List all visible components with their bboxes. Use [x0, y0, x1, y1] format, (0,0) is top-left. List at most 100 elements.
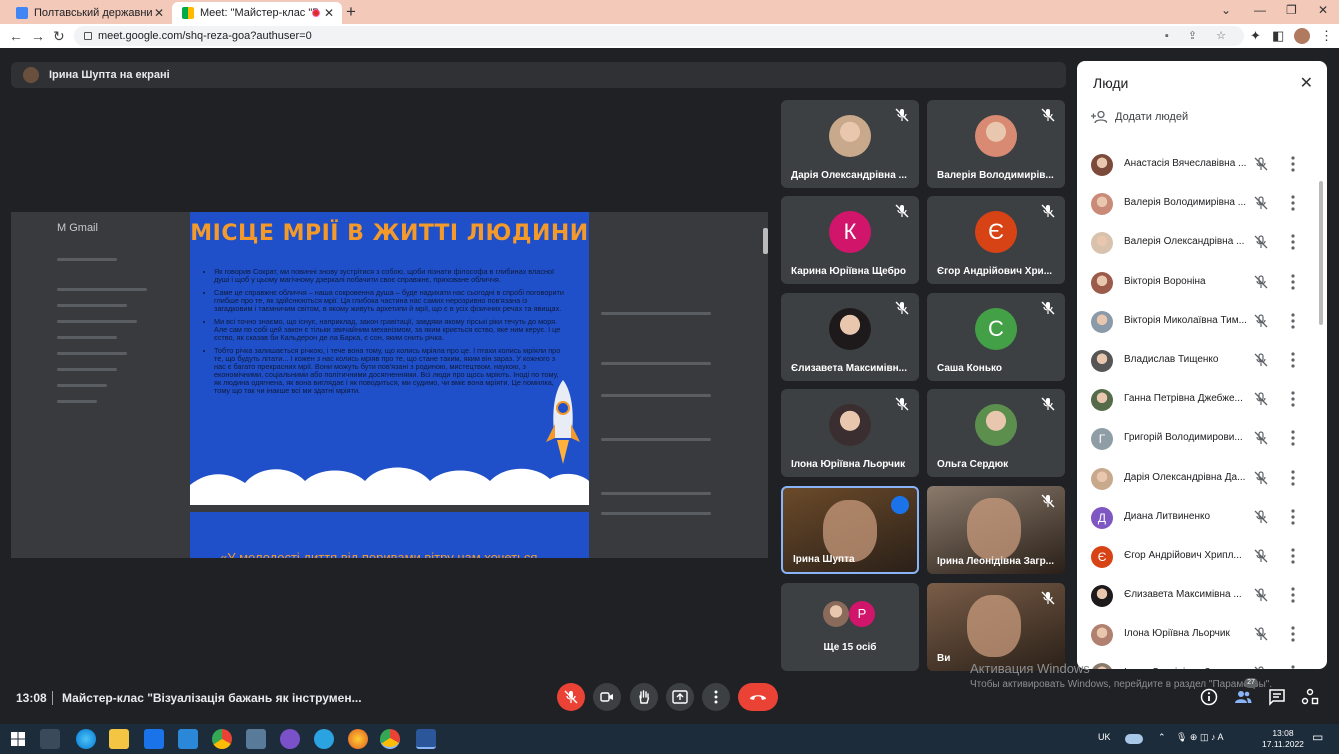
notifications-icon[interactable]: ▭ — [1312, 730, 1323, 744]
participant-tile[interactable]: Є Єгор Андрійович Хри... — [927, 196, 1065, 284]
mic-off-icon[interactable] — [1254, 392, 1268, 406]
close-tab-icon[interactable]: ✕ — [154, 6, 164, 20]
people-list-item[interactable]: Валерія Володимирівна ... — [1077, 184, 1327, 223]
meeting-details-icon[interactable] — [1200, 688, 1218, 706]
windows-start-icon[interactable] — [8, 729, 28, 749]
people-list-item[interactable]: Вікторія Вороніна — [1077, 263, 1327, 302]
more-vert-icon[interactable] — [1291, 234, 1295, 250]
viber-icon[interactable] — [280, 729, 300, 749]
participant-tile[interactable]: К Карина Юріївна Щебро — [781, 196, 919, 284]
more-vert-icon[interactable] — [1291, 626, 1295, 642]
side-panel-icon[interactable]: ◧ — [1272, 28, 1284, 44]
language-indicator[interactable]: UK — [1098, 732, 1111, 742]
present-screen-button[interactable] — [666, 683, 694, 711]
mic-off-icon[interactable] — [1254, 510, 1268, 524]
participant-tile[interactable]: С Саша Конько — [927, 293, 1065, 381]
tab-agrarian-university[interactable]: Полтавський державний аграрн ✕ — [6, 2, 172, 24]
people-list-item[interactable]: Вікторія Миколаївна Тим... — [1077, 302, 1327, 341]
close-window-button[interactable]: ✕ — [1318, 3, 1328, 17]
close-panel-icon[interactable]: ✕ — [1300, 73, 1313, 93]
people-list-item[interactable]: Є Єгор Андрійович Хрипл... — [1077, 537, 1327, 576]
participant-tile[interactable]: Ірина Шупта — [781, 486, 919, 574]
back-button[interactable]: ← — [9, 28, 23, 44]
more-options-button[interactable] — [702, 683, 730, 711]
profile-avatar[interactable] — [1294, 28, 1310, 44]
tray-chevron-icon[interactable]: ⌃ — [1158, 732, 1166, 743]
app-icon[interactable] — [246, 729, 266, 749]
more-vert-icon[interactable] — [1291, 665, 1295, 669]
microphone-toggle-button[interactable] — [557, 683, 585, 711]
mic-off-icon[interactable] — [1254, 235, 1268, 249]
mic-off-icon[interactable] — [1254, 353, 1268, 367]
mic-off-icon[interactable] — [1254, 157, 1268, 171]
reload-button[interactable]: ↻ — [53, 28, 65, 45]
task-view-icon[interactable] — [40, 729, 60, 749]
mic-off-icon[interactable] — [1254, 666, 1268, 669]
word-icon[interactable] — [416, 729, 436, 749]
participant-tile[interactable]: Ірина Леонідівна Загр... — [927, 486, 1065, 574]
minimize-button[interactable]: — — [1254, 3, 1266, 17]
more-vert-icon[interactable] — [1291, 509, 1295, 525]
people-list-item[interactable]: Г Григорій Володимирови... — [1077, 419, 1327, 458]
extensions-icon[interactable]: ✦ — [1250, 28, 1261, 44]
tab-search-icon[interactable]: ⌄ — [1221, 3, 1231, 17]
browser-menu-icon[interactable]: ⋮ — [1320, 28, 1333, 44]
people-icon[interactable] — [1234, 688, 1252, 706]
people-list-scrollbar[interactable] — [1319, 181, 1323, 325]
people-list-item[interactable]: Анастасія Вячеславівна ... — [1077, 145, 1327, 184]
address-bar-icons[interactable]: ▪ ⇪ ☆ — [1165, 26, 1234, 46]
more-vert-icon[interactable] — [1291, 391, 1295, 407]
mic-off-icon[interactable] — [1254, 549, 1268, 563]
participant-tile[interactable]: Ілона Юріївна Льорчик — [781, 389, 919, 477]
more-vert-icon[interactable] — [1291, 587, 1295, 603]
mail-icon[interactable] — [178, 729, 198, 749]
mic-off-icon[interactable] — [1254, 470, 1268, 485]
more-vert-icon[interactable] — [1291, 195, 1295, 211]
taskbar-clock[interactable]: 13:08 17.11.2022 — [1262, 728, 1304, 750]
people-list-item[interactable]: Єлизавета Максимівна ... — [1077, 576, 1327, 615]
tray-icons[interactable]: 🎙 ⊕ ◫ ♪ A — [1176, 732, 1223, 743]
leave-call-button[interactable] — [738, 683, 778, 711]
chrome-active-icon[interactable] — [380, 729, 400, 749]
more-vert-icon[interactable] — [1291, 430, 1295, 446]
store-icon[interactable] — [144, 729, 164, 749]
file-explorer-icon[interactable] — [109, 729, 129, 749]
mic-off-icon[interactable] — [1254, 314, 1268, 328]
mic-off-icon[interactable] — [1254, 627, 1268, 641]
participant-tile[interactable]: Дарія Олександрівна ... — [781, 100, 919, 188]
participant-tile[interactable]: Єлизавета Максимівн... — [781, 293, 919, 381]
mic-off-icon[interactable] — [1254, 274, 1268, 289]
people-list-item[interactable]: Д Диана Литвиненко — [1077, 498, 1327, 537]
more-vert-icon[interactable] — [1291, 469, 1295, 486]
participant-tile[interactable]: Ви — [927, 583, 1065, 671]
raise-hand-button[interactable] — [630, 683, 658, 711]
new-tab-button[interactable]: + — [346, 2, 356, 22]
forward-button[interactable]: → — [31, 28, 45, 44]
edge-icon[interactable] — [76, 729, 96, 749]
people-list-item[interactable]: Ірина Леонідівна Загр... — [1077, 654, 1327, 669]
participant-tile[interactable]: Ольга Сердюк — [927, 389, 1065, 477]
chat-icon[interactable] — [1268, 688, 1286, 706]
restore-button[interactable]: ❐ — [1286, 3, 1297, 17]
more-vert-icon[interactable] — [1291, 313, 1295, 329]
participant-tile[interactable]: Валерія Володимирів... — [927, 100, 1065, 188]
mic-off-icon[interactable] — [1254, 196, 1268, 210]
more-vert-icon[interactable] — [1291, 273, 1295, 290]
add-people-button[interactable]: Додати людей — [1091, 111, 1188, 123]
tab-meet[interactable]: Meet: "Майстер-клас "Візуа ✕ — [172, 2, 342, 24]
cloud-icon[interactable] — [1125, 734, 1143, 744]
firefox-icon[interactable] — [348, 729, 368, 749]
people-list-item[interactable]: Валерія Олександрівна ... — [1077, 223, 1327, 262]
more-participants-tile[interactable]: Р Ще 15 осіб — [781, 583, 919, 671]
more-vert-icon[interactable] — [1291, 156, 1295, 172]
people-list-item[interactable]: Владислав Тищенко — [1077, 341, 1327, 380]
people-list-item[interactable]: Дарія Олександрівна Да... — [1077, 459, 1327, 498]
people-list-item[interactable]: Ганна Петрівна Джебже... — [1077, 380, 1327, 419]
close-tab-icon[interactable]: ✕ — [324, 6, 334, 20]
chrome-icon[interactable] — [212, 729, 232, 749]
more-vert-icon[interactable] — [1291, 352, 1295, 368]
telegram-icon[interactable] — [314, 729, 334, 749]
more-vert-icon[interactable] — [1291, 548, 1295, 564]
camera-toggle-button[interactable] — [593, 683, 621, 711]
activities-icon[interactable] — [1301, 688, 1319, 706]
